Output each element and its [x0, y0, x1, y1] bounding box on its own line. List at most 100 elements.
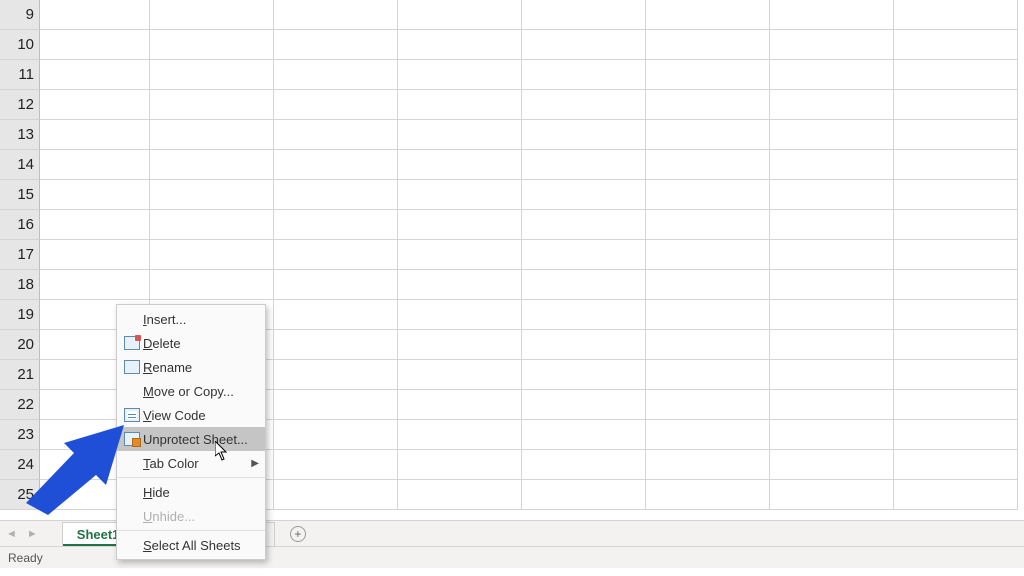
cell[interactable] [522, 60, 646, 90]
cell[interactable] [646, 90, 770, 120]
row-header[interactable]: 17 [0, 240, 40, 270]
cell[interactable] [894, 390, 1018, 420]
menu-unprotect-sheet[interactable]: Unprotect Sheet... [117, 427, 265, 451]
cell[interactable] [522, 420, 646, 450]
cell[interactable] [770, 300, 894, 330]
cell[interactable] [40, 240, 150, 270]
cell[interactable] [398, 450, 522, 480]
cell[interactable] [274, 330, 398, 360]
cell[interactable] [398, 120, 522, 150]
row-header[interactable]: 25 [0, 480, 40, 510]
cell[interactable] [770, 30, 894, 60]
cell[interactable] [894, 360, 1018, 390]
cell[interactable] [150, 150, 274, 180]
row-header[interactable]: 16 [0, 210, 40, 240]
cell[interactable] [274, 480, 398, 510]
cell[interactable] [398, 150, 522, 180]
cell[interactable] [274, 90, 398, 120]
cell[interactable] [646, 480, 770, 510]
cell[interactable] [150, 210, 274, 240]
cell[interactable] [522, 390, 646, 420]
cell[interactable] [770, 150, 894, 180]
cell[interactable] [770, 120, 894, 150]
cell[interactable] [398, 480, 522, 510]
menu-view-code[interactable]: View Code [117, 403, 265, 427]
cell[interactable] [150, 270, 274, 300]
cell[interactable] [522, 120, 646, 150]
cell[interactable] [522, 150, 646, 180]
cell[interactable] [894, 270, 1018, 300]
cell[interactable] [398, 60, 522, 90]
cell[interactable] [894, 420, 1018, 450]
cell[interactable] [894, 30, 1018, 60]
cell[interactable] [646, 420, 770, 450]
cell[interactable] [40, 150, 150, 180]
cell[interactable] [894, 90, 1018, 120]
cell[interactable] [646, 120, 770, 150]
row-header[interactable]: 23 [0, 420, 40, 450]
cell[interactable] [40, 30, 150, 60]
row-header[interactable]: 22 [0, 390, 40, 420]
cell[interactable] [770, 210, 894, 240]
cell[interactable] [522, 270, 646, 300]
cell[interactable] [398, 180, 522, 210]
row-header[interactable]: 9 [0, 0, 40, 30]
cell[interactable] [150, 240, 274, 270]
cell[interactable] [894, 330, 1018, 360]
cell[interactable] [274, 390, 398, 420]
cell[interactable] [770, 90, 894, 120]
row-header[interactable]: 18 [0, 270, 40, 300]
row-header[interactable]: 11 [0, 60, 40, 90]
cell[interactable] [770, 180, 894, 210]
row-header[interactable]: 20 [0, 330, 40, 360]
cell[interactable] [770, 60, 894, 90]
cell[interactable] [274, 30, 398, 60]
cell[interactable] [522, 240, 646, 270]
row-header[interactable]: 10 [0, 30, 40, 60]
cell[interactable] [398, 30, 522, 60]
cell[interactable] [522, 300, 646, 330]
cell[interactable] [646, 210, 770, 240]
cell[interactable] [770, 420, 894, 450]
cell[interactable] [150, 30, 274, 60]
cell[interactable] [646, 300, 770, 330]
cell[interactable] [646, 30, 770, 60]
cell[interactable] [770, 450, 894, 480]
cell[interactable] [894, 150, 1018, 180]
row-header[interactable]: 12 [0, 90, 40, 120]
cell[interactable] [894, 210, 1018, 240]
row-header[interactable]: 21 [0, 360, 40, 390]
cell[interactable] [522, 330, 646, 360]
cell[interactable] [40, 0, 150, 30]
menu-hide[interactable]: Hide [117, 480, 265, 504]
cell[interactable] [522, 480, 646, 510]
cell[interactable] [150, 60, 274, 90]
cell[interactable] [894, 240, 1018, 270]
cell[interactable] [646, 240, 770, 270]
cell[interactable] [150, 0, 274, 30]
cell[interactable] [646, 0, 770, 30]
cell[interactable] [40, 90, 150, 120]
cell[interactable] [40, 270, 150, 300]
cell[interactable] [274, 420, 398, 450]
cell[interactable] [40, 180, 150, 210]
cell[interactable] [274, 150, 398, 180]
row-header[interactable]: 13 [0, 120, 40, 150]
cell[interactable] [770, 390, 894, 420]
cell[interactable] [894, 480, 1018, 510]
cell[interactable] [770, 0, 894, 30]
cell[interactable] [40, 120, 150, 150]
cell[interactable] [522, 450, 646, 480]
sheet-nav-prev-icon[interactable]: ◄ [6, 528, 17, 540]
cell[interactable] [150, 180, 274, 210]
cell[interactable] [398, 330, 522, 360]
cell[interactable] [398, 270, 522, 300]
cell[interactable] [398, 390, 522, 420]
cell[interactable] [398, 240, 522, 270]
cell[interactable] [274, 240, 398, 270]
cell[interactable] [770, 330, 894, 360]
cell[interactable] [150, 90, 274, 120]
cell[interactable] [398, 420, 522, 450]
cell[interactable] [274, 120, 398, 150]
menu-delete[interactable]: Delete [117, 331, 265, 355]
